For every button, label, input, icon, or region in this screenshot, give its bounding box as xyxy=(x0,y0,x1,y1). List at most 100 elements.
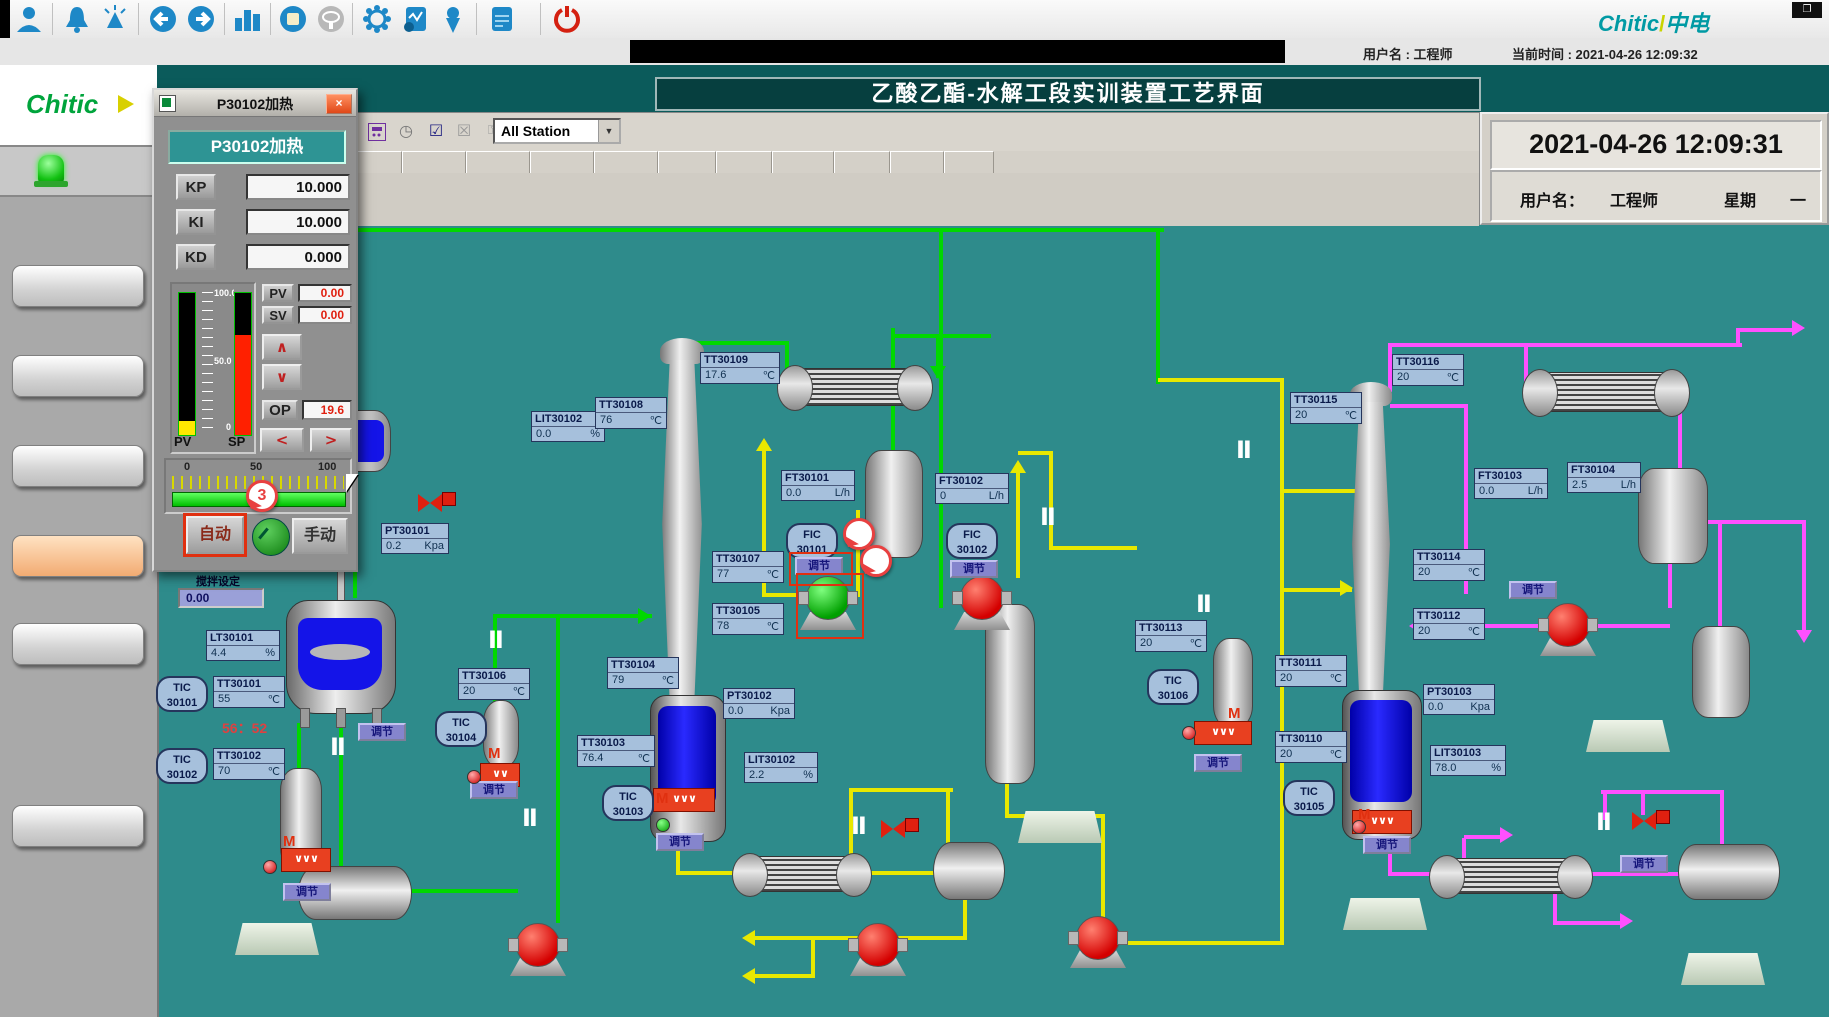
close-icon[interactable]: × xyxy=(326,94,352,114)
sidebar-nav-button[interactable] xyxy=(12,535,144,577)
adjust-button[interactable]: 调节 xyxy=(656,833,704,851)
controller-tag[interactable]: FIC30102 xyxy=(946,523,998,559)
controller-tag[interactable]: TIC30105 xyxy=(1283,780,1335,816)
sidebar-nav-button[interactable] xyxy=(12,445,144,487)
adjust-button[interactable]: 调节 xyxy=(283,883,331,901)
window-restore-icon[interactable]: ❐ xyxy=(1792,2,1822,18)
pid-param-value[interactable]: 10.000 xyxy=(246,209,350,235)
instrument-tag[interactable]: TT30104 79℃ xyxy=(607,657,679,689)
forward-icon[interactable] xyxy=(186,4,216,34)
instrument-tag[interactable]: LIT30103 78.0% xyxy=(1430,745,1506,776)
sv-value[interactable]: 0.00 xyxy=(298,306,352,324)
alarm-column-header[interactable] xyxy=(716,151,772,173)
power-icon[interactable] xyxy=(552,4,582,34)
checkbox-checked-icon[interactable]: ☑ xyxy=(426,121,446,141)
drum-v30104[interactable] xyxy=(985,604,1035,784)
pump-p30104[interactable] xyxy=(856,923,900,967)
clock-icon[interactable]: ◷ xyxy=(396,121,416,141)
instrument-tag[interactable]: TT30103 76.4℃ xyxy=(577,735,655,767)
network-settings-icon[interactable] xyxy=(362,4,392,34)
instrument-tag[interactable]: FT30104 2.5L/h xyxy=(1567,462,1641,493)
locate-icon[interactable] xyxy=(438,4,468,34)
instrument-tag[interactable]: TT30112 20℃ xyxy=(1413,608,1485,640)
adjust-button[interactable]: 调节 xyxy=(470,781,518,799)
instrument-tag[interactable]: TT30109 17.6℃ xyxy=(700,352,780,384)
action-button[interactable] xyxy=(1681,953,1765,985)
condenser-e30105[interactable] xyxy=(1545,372,1667,412)
checkbox-cross-icon[interactable]: ☒ xyxy=(454,121,474,141)
print-icon[interactable] xyxy=(368,123,386,141)
drum-v30105[interactable] xyxy=(933,842,1005,900)
instrument-tag[interactable]: LIT30102 0.0% xyxy=(531,411,605,442)
alarm-column-header[interactable] xyxy=(658,151,716,173)
sidebar-nav-button[interactable] xyxy=(12,623,144,665)
instrument-tag[interactable]: TT30110 20℃ xyxy=(1275,731,1347,763)
instrument-tag[interactable]: TT30107 77℃ xyxy=(712,551,784,583)
instrument-tag[interactable]: PT30103 0.0Kpa xyxy=(1423,684,1495,715)
op-increment-button[interactable]: > xyxy=(310,428,352,452)
adjust-button[interactable]: 调节 xyxy=(1194,754,1242,772)
instrument-tag[interactable]: TT30106 20℃ xyxy=(458,668,530,700)
instrument-tag[interactable]: TT30116 20℃ xyxy=(1392,354,1464,386)
adjust-button[interactable]: 调节 xyxy=(1620,855,1668,873)
alarm-column-header[interactable] xyxy=(834,151,890,173)
bar-chart-icon[interactable] xyxy=(232,4,262,34)
alarm-bell-icon[interactable] xyxy=(62,4,92,34)
chevron-down-icon[interactable]: ▼ xyxy=(598,120,619,142)
stir-setpoint-value[interactable]: 0.00 xyxy=(178,588,264,608)
action-button[interactable] xyxy=(1586,720,1670,752)
alarm-column-header[interactable] xyxy=(890,151,944,173)
instrument-tag[interactable]: TT30114 20℃ xyxy=(1413,549,1485,581)
alarm-column-header[interactable] xyxy=(772,151,834,173)
condenser-e30103[interactable] xyxy=(755,856,849,892)
op-decrement-button[interactable]: < xyxy=(260,428,304,452)
alarm-beacon-icon[interactable] xyxy=(100,4,130,34)
condenser-e30106[interactable] xyxy=(1452,858,1570,894)
tank-v30107[interactable] xyxy=(1692,626,1750,718)
increase-button[interactable]: ∧ xyxy=(262,334,302,360)
pump-p30106[interactable] xyxy=(1546,603,1590,647)
alarm-column-header[interactable] xyxy=(944,151,994,173)
instrument-tag[interactable]: LT30101 4.4% xyxy=(206,630,280,661)
drum-v30106[interactable] xyxy=(1638,468,1708,564)
manual-mode-button[interactable]: 手动 xyxy=(292,518,348,554)
alarm-column-header[interactable] xyxy=(466,151,530,173)
user-icon[interactable] xyxy=(14,4,44,34)
controller-tag[interactable]: TIC30102 xyxy=(156,748,208,784)
sidebar-nav-button[interactable] xyxy=(12,355,144,397)
controller-tag[interactable]: TIC30106 xyxy=(1147,669,1199,705)
instrument-tag[interactable]: FT30103 0.0L/h xyxy=(1474,468,1548,499)
pump-p30105[interactable] xyxy=(1076,916,1120,960)
instrument-tag[interactable]: TT30101 55℃ xyxy=(213,676,285,708)
instrument-tag[interactable]: FT30102 0L/h xyxy=(935,473,1009,504)
back-icon[interactable] xyxy=(148,4,178,34)
instrument-tag[interactable]: FT30101 0.0L/h xyxy=(781,470,855,501)
valve-mv30102[interactable] xyxy=(881,820,905,838)
action-button[interactable] xyxy=(235,923,319,955)
decrease-button[interactable]: ∨ xyxy=(262,364,302,390)
valve-mv30101[interactable] xyxy=(418,494,442,512)
stop-icon[interactable] xyxy=(278,4,308,34)
reactor-r30101[interactable] xyxy=(286,582,394,712)
alarm-column-header[interactable] xyxy=(594,151,658,173)
instrument-tag[interactable]: TT30105 78℃ xyxy=(712,603,784,635)
column-t30102-stack[interactable] xyxy=(1350,402,1392,698)
drum-v30103[interactable] xyxy=(865,450,923,558)
pid-param-value[interactable]: 0.000 xyxy=(246,244,350,270)
adjust-button[interactable]: 调节 xyxy=(1509,581,1557,599)
adjust-button[interactable]: 调节 xyxy=(950,560,998,578)
report-settings-icon[interactable] xyxy=(486,4,516,34)
instrument-tag[interactable]: PT30102 0.0Kpa xyxy=(723,688,795,719)
instrument-tag[interactable]: LIT30102 2.2% xyxy=(744,752,818,783)
controller-tag[interactable]: TIC30101 xyxy=(156,676,208,712)
condenser-e30102[interactable] xyxy=(800,368,910,406)
controller-tag[interactable]: TIC30103 xyxy=(602,785,654,821)
auto-mode-button[interactable]: 自动 xyxy=(186,516,244,554)
adjust-button[interactable]: 调节 xyxy=(1363,836,1411,854)
action-button[interactable] xyxy=(1343,898,1427,930)
instrument-tag[interactable]: TT30111 20℃ xyxy=(1275,655,1347,687)
trend-report-icon[interactable] xyxy=(400,4,430,34)
op-value[interactable]: 19.6 xyxy=(302,400,352,420)
instrument-tag[interactable]: TT30113 20℃ xyxy=(1135,620,1207,652)
controller-tag[interactable]: TIC30104 xyxy=(435,711,487,747)
